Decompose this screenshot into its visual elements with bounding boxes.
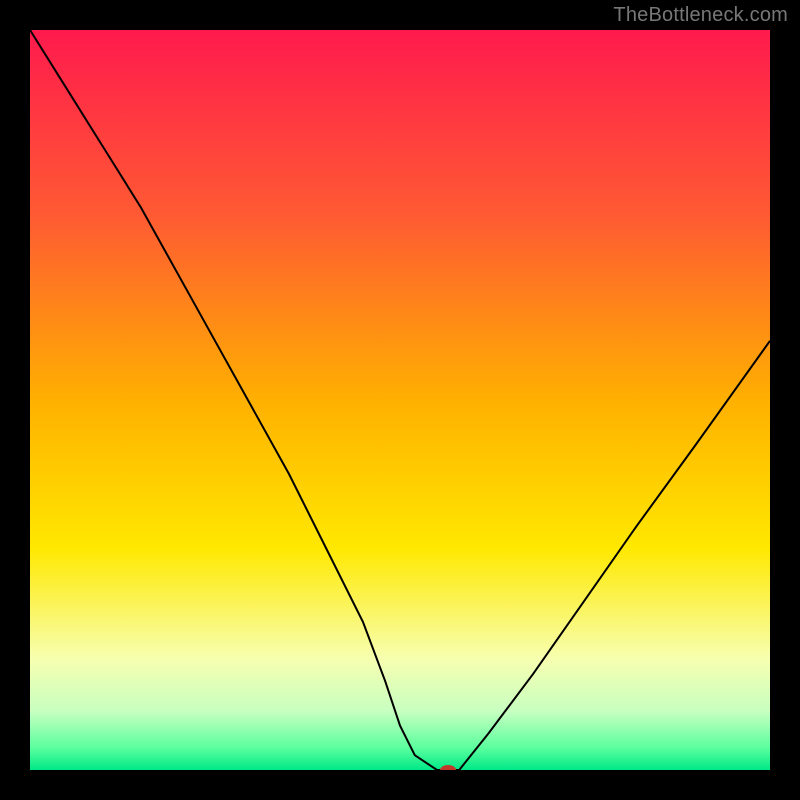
plot-area: [30, 30, 770, 770]
chart-background: [30, 30, 770, 770]
chart-svg: [30, 30, 770, 770]
watermark-label: TheBottleneck.com: [613, 4, 788, 27]
chart-container: TheBottleneck.com: [0, 0, 800, 800]
